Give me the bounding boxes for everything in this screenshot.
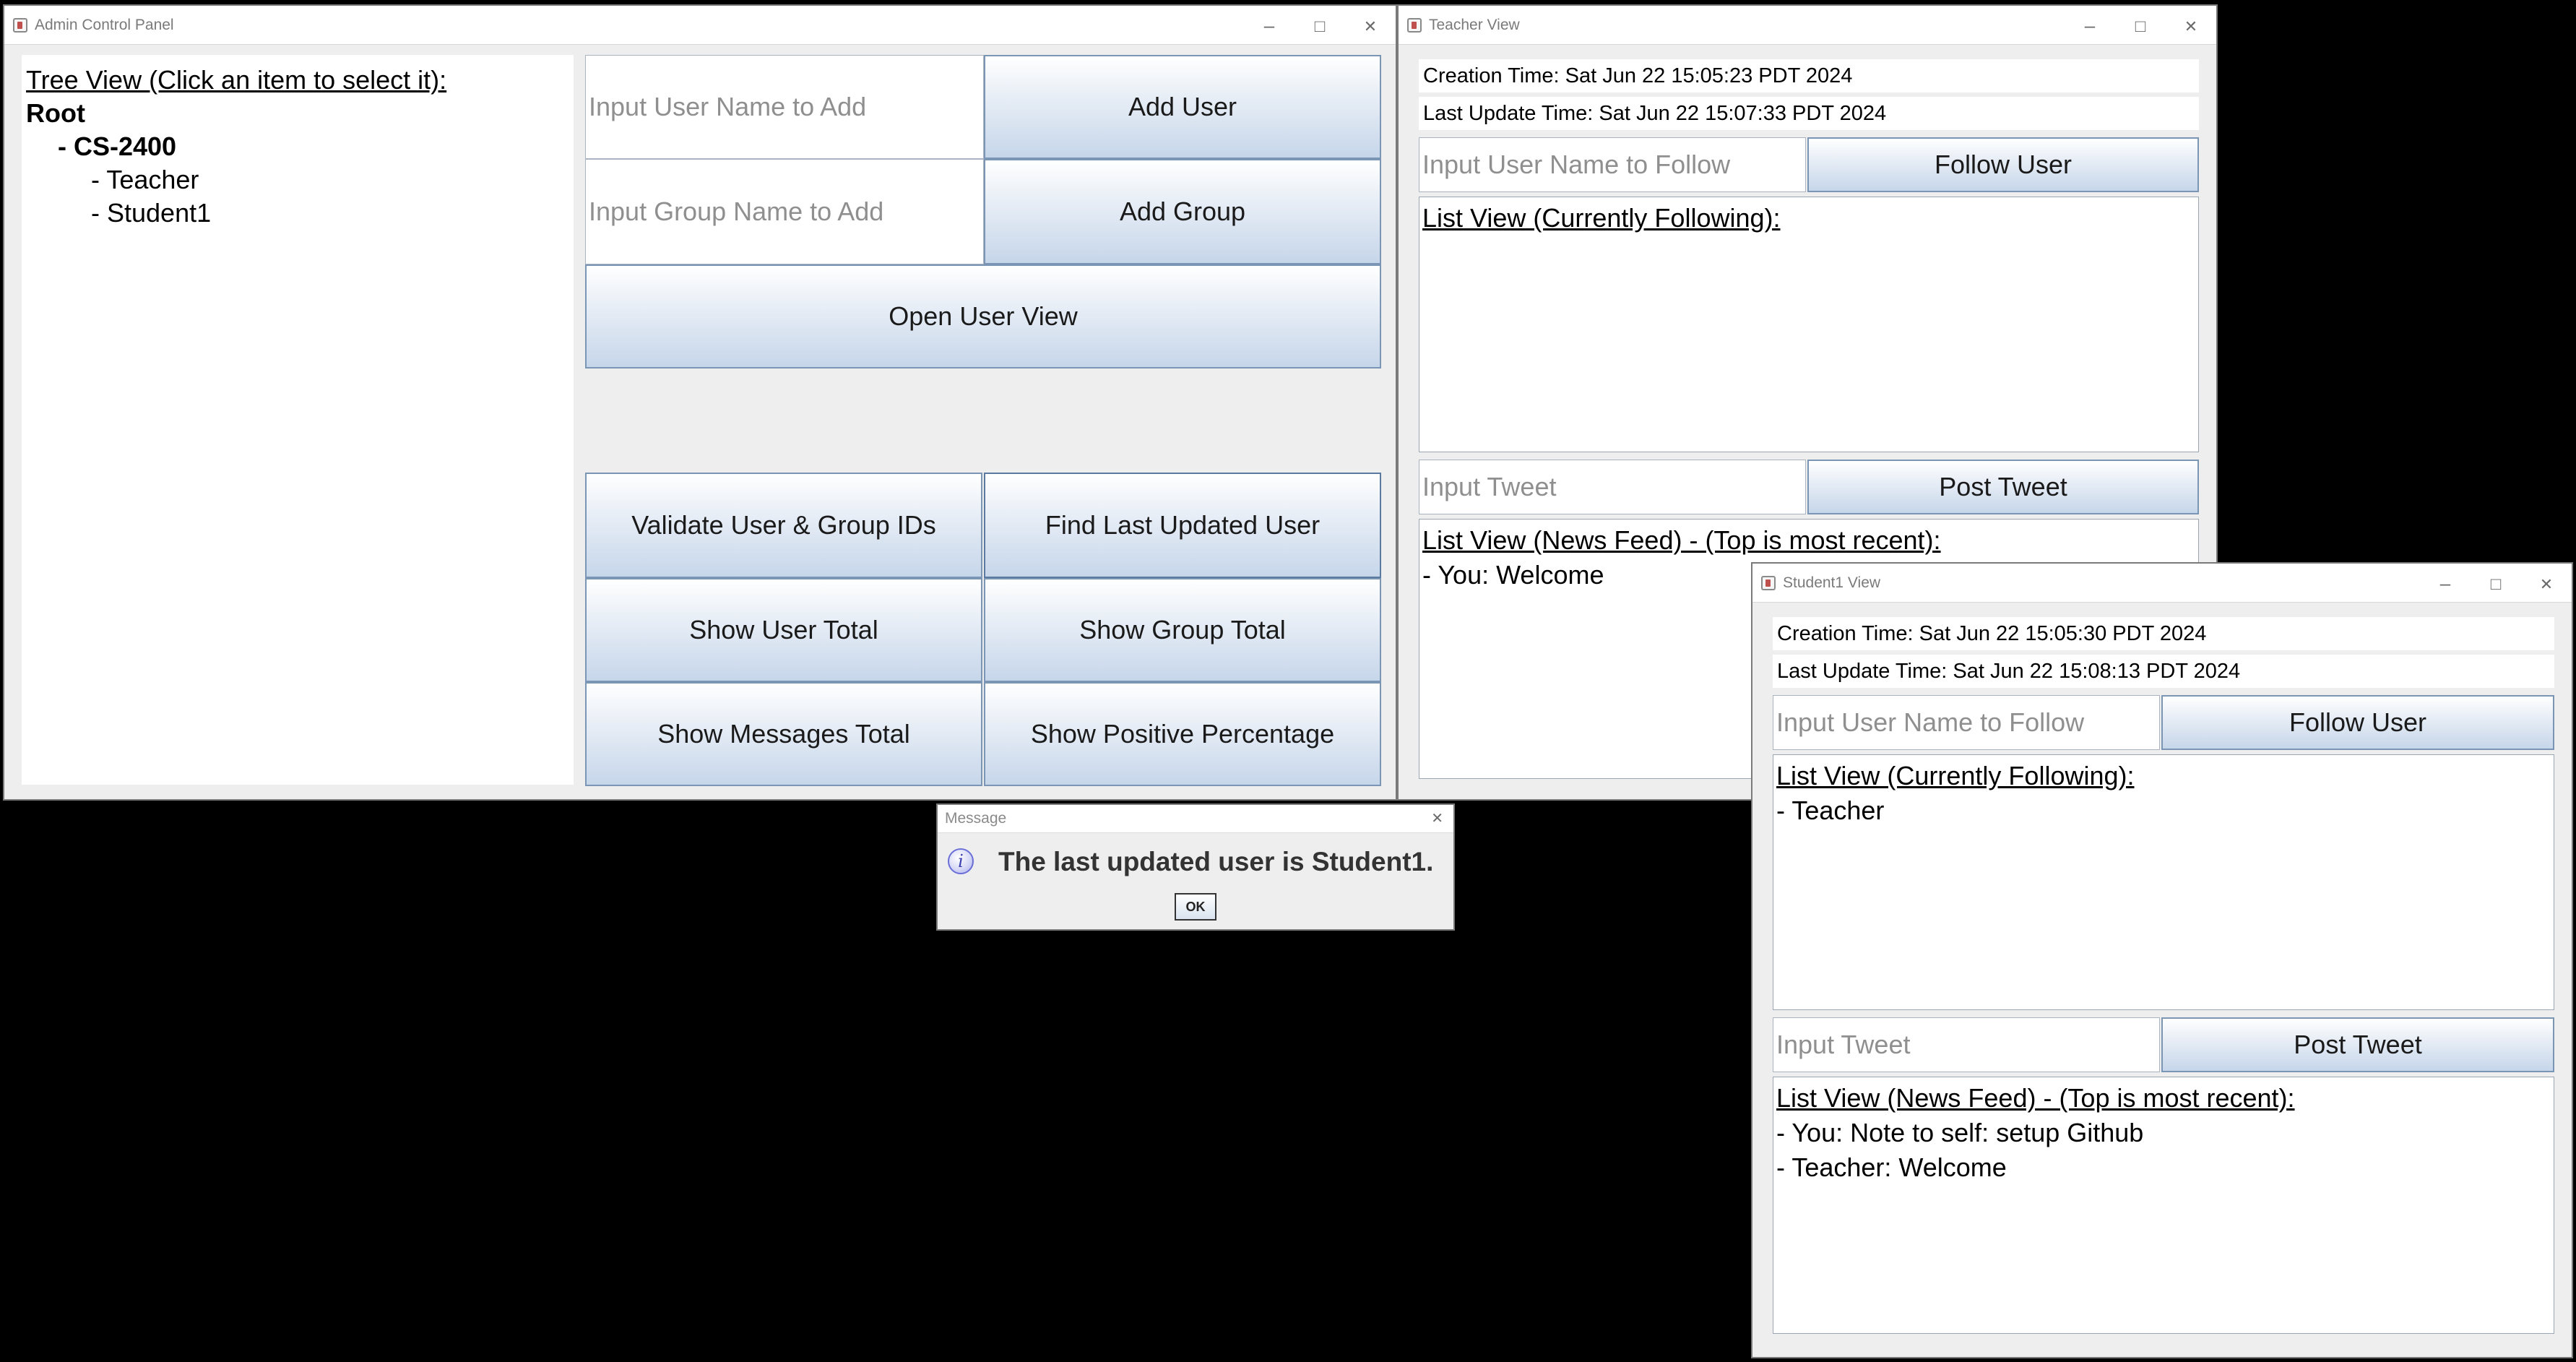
find-last-updated-user-button[interactable]: Find Last Updated User	[984, 473, 1381, 578]
window-title: Student1 View	[1783, 574, 1881, 591]
java-app-icon	[13, 18, 27, 33]
message-dialog: Message ✕ i The last updated user is Stu…	[936, 803, 1455, 931]
student1-view-window: Student1 View Creation Time: Sat Jun 22 …	[1751, 562, 2573, 1358]
following-list[interactable]: List View (Currently Following): - Teach…	[1773, 754, 2554, 1010]
dialog-titlebar[interactable]: Message ✕	[938, 805, 1453, 833]
tree-node-user[interactable]: - Teacher	[26, 165, 569, 195]
add-group-button[interactable]: Add Group	[984, 159, 1381, 264]
info-icon: i	[948, 848, 974, 874]
following-list[interactable]: List View (Currently Following):	[1419, 197, 2199, 452]
maximize-icon[interactable]	[2115, 6, 2166, 45]
validate-ids-button[interactable]: Validate User & Group IDs	[585, 473, 982, 578]
news-feed-heading: List View (News Feed) - (Top is most rec…	[1776, 1083, 2295, 1113]
following-list-heading: List View (Currently Following):	[1422, 203, 1781, 233]
maximize-icon[interactable]	[1295, 6, 1345, 45]
student1-titlebar[interactable]: Student1 View	[1752, 564, 2572, 603]
add-user-button[interactable]: Add User	[984, 55, 1381, 159]
admin-titlebar[interactable]: Admin Control Panel	[4, 6, 1396, 45]
close-icon[interactable]	[2166, 6, 2216, 45]
last-update-time: Last Update Time: Sat Jun 22 15:08:13 PD…	[1773, 655, 2554, 688]
minimize-icon[interactable]	[2420, 564, 2471, 603]
follow-user-button[interactable]: Follow User	[1807, 137, 2199, 192]
open-user-view-button[interactable]: Open User View	[585, 264, 1381, 368]
post-tweet-button[interactable]: Post Tweet	[2161, 1017, 2554, 1072]
window-title: Teacher View	[1429, 17, 1520, 33]
news-feed-heading: List View (News Feed) - (Top is most rec…	[1422, 525, 1941, 555]
tweet-input[interactable]: Input Tweet	[1773, 1017, 2160, 1072]
follow-user-button[interactable]: Follow User	[2161, 695, 2554, 750]
show-group-total-button[interactable]: Show Group Total	[984, 578, 1381, 682]
show-positive-percentage-button[interactable]: Show Positive Percentage	[984, 682, 1381, 786]
java-app-icon	[1407, 18, 1422, 33]
user-name-input[interactable]: Input User Name to Add	[585, 55, 984, 159]
tree-view[interactable]: Tree View (Click an item to select it): …	[22, 55, 574, 785]
show-messages-total-button[interactable]: Show Messages Total	[585, 682, 982, 786]
group-name-input[interactable]: Input Group Name to Add	[585, 159, 984, 264]
minimize-icon[interactable]	[1244, 6, 1295, 45]
admin-control-panel-window: Admin Control Panel Tree View (Click an …	[3, 4, 1397, 801]
creation-time: Creation Time: Sat Jun 22 15:05:30 PDT 2…	[1773, 617, 2554, 650]
dialog-message: The last updated user is Student1.	[998, 847, 1434, 876]
dialog-title: Message	[945, 810, 1007, 827]
follow-user-input[interactable]: Input User Name to Follow	[1419, 137, 1806, 192]
tree-node-root[interactable]: Root	[26, 98, 569, 129]
close-icon[interactable]	[2521, 564, 2572, 603]
window-title: Admin Control Panel	[35, 17, 174, 33]
ok-button[interactable]: OK	[1175, 893, 1216, 921]
tweet-input[interactable]: Input Tweet	[1419, 460, 1806, 514]
minimize-icon[interactable]	[2065, 6, 2115, 45]
maximize-icon[interactable]	[2471, 564, 2521, 603]
feed-item[interactable]: - Teacher: Welcome	[1776, 1152, 2551, 1183]
creation-time: Creation Time: Sat Jun 22 15:05:23 PDT 2…	[1419, 59, 2199, 92]
following-item[interactable]: - Teacher	[1776, 796, 2551, 826]
show-user-total-button[interactable]: Show User Total	[585, 578, 982, 682]
tree-node-group[interactable]: - CS-2400	[26, 132, 569, 162]
java-app-icon	[1761, 576, 1776, 590]
last-update-time: Last Update Time: Sat Jun 22 15:07:33 PD…	[1419, 97, 2199, 130]
feed-item[interactable]: - You: Note to self: setup Github	[1776, 1118, 2551, 1148]
close-icon[interactable]	[1345, 6, 1396, 45]
news-feed-list[interactable]: List View (News Feed) - (Top is most rec…	[1773, 1077, 2554, 1334]
post-tweet-button[interactable]: Post Tweet	[1807, 460, 2199, 514]
follow-user-input[interactable]: Input User Name to Follow	[1773, 695, 2160, 750]
tree-view-heading: Tree View (Click an item to select it):	[26, 65, 447, 95]
close-icon[interactable]: ✕	[1431, 805, 1443, 832]
tree-node-user[interactable]: - Student1	[26, 198, 569, 228]
following-list-heading: List View (Currently Following):	[1776, 761, 2135, 790]
teacher-titlebar[interactable]: Teacher View	[1399, 6, 2216, 45]
